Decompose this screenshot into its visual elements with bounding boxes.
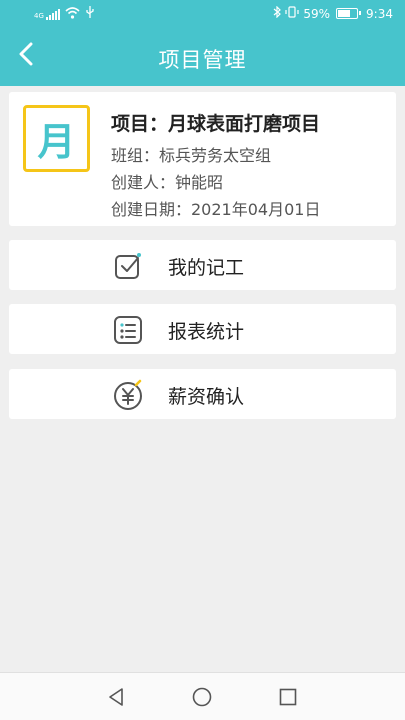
menu-item-report-statistics[interactable]: 报表统计 xyxy=(9,304,396,354)
project-created-date: 创建日期：2021年04月01日 xyxy=(111,200,321,219)
nav-home-circle-icon[interactable] xyxy=(190,685,214,709)
vibrate-icon xyxy=(285,6,299,21)
network-type-label: 4G xyxy=(34,11,44,20)
wifi-icon xyxy=(65,6,80,22)
signal-icon: 4G xyxy=(34,8,60,20)
nav-back-triangle-icon[interactable] xyxy=(104,685,128,709)
usb-icon xyxy=(85,6,95,22)
status-left: 4G xyxy=(34,6,95,22)
clock-time: 9:34 xyxy=(366,6,393,21)
project-title: 项目：月球表面打磨项目 xyxy=(111,113,321,135)
app-header: 4G 59% 9:34 项目管理 xyxy=(0,0,405,86)
menu-item-label: 报表统计 xyxy=(168,321,245,343)
project-creator: 创建人：钟能昭 xyxy=(111,173,224,192)
menu-item-my-work-record[interactable]: 我的记工 xyxy=(9,240,396,290)
battery-icon xyxy=(336,8,362,19)
page-title: 项目管理 xyxy=(158,48,247,72)
check-calendar-icon xyxy=(115,253,141,279)
bluetooth-icon xyxy=(273,5,282,21)
project-card: 月 项目：月球表面打磨项目 班组：标兵劳务太空组 创建人：钟能昭 创建日期：20… xyxy=(9,92,396,226)
system-nav-bar xyxy=(0,672,405,720)
menu-item-label: 薪资确认 xyxy=(168,386,245,408)
battery-percent: 59% xyxy=(303,6,331,21)
project-month-badge: 月 xyxy=(23,105,90,172)
menu-item-salary-confirm[interactable]: 薪资确认 xyxy=(9,369,396,419)
project-team: 班组：标兵劳务太空组 xyxy=(111,146,272,165)
yuan-coin-icon xyxy=(114,379,142,410)
status-right: 59% 9:34 xyxy=(273,5,393,21)
status-bar: 4G 59% 9:34 xyxy=(0,0,405,30)
menu-item-label: 我的记工 xyxy=(168,257,245,279)
list-report-icon xyxy=(114,316,142,344)
month-badge-text: 月 xyxy=(37,120,76,164)
nav-recents-square-icon[interactable] xyxy=(276,685,300,709)
